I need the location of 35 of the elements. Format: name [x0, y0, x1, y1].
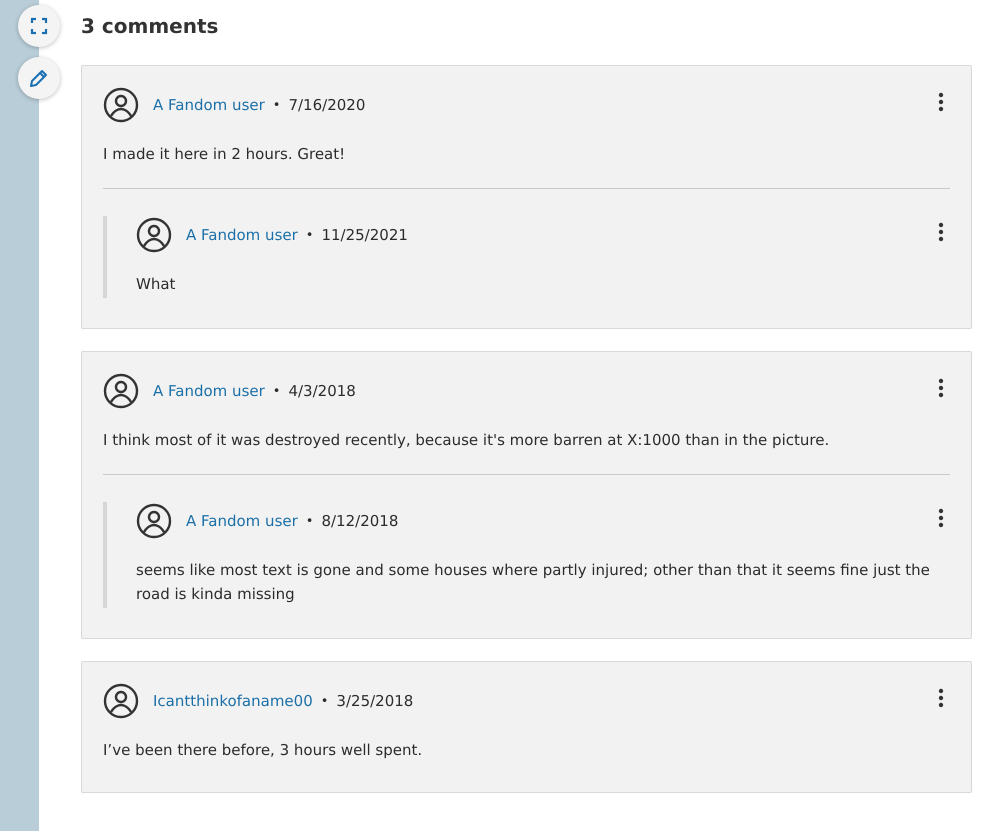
- kebab-icon: [938, 92, 944, 112]
- pencil-icon: [28, 67, 50, 89]
- reply-text: What: [136, 274, 176, 295]
- user-avatar-icon: [136, 217, 172, 253]
- separator-dot: •: [272, 98, 280, 112]
- comment-date: 11/25/2021: [321, 226, 408, 244]
- user-avatar-icon: [103, 683, 139, 719]
- author-link[interactable]: A Fandom user: [186, 226, 298, 244]
- comment-date: 7/16/2020: [288, 96, 366, 114]
- fullscreen-button[interactable]: [18, 5, 60, 47]
- separator-dot: •: [320, 694, 328, 708]
- comment-date: 8/12/2018: [321, 512, 398, 530]
- author-link[interactable]: Icantthinkofaname00: [153, 692, 313, 710]
- kebab-icon: [938, 688, 944, 708]
- kebab-icon: [938, 378, 944, 398]
- comments-heading: 3 comments: [81, 13, 220, 40]
- separator-dot: •: [272, 384, 280, 398]
- separator-dot: •: [306, 514, 314, 528]
- comment-date: 4/3/2018: [288, 382, 356, 400]
- comment-text: I’ve been there before, 3 hours well spent.: [103, 740, 424, 761]
- reply-text: seems like most text is gone and some houses where partly injured; other than that it seems fine just the road is kinda missing: [136, 560, 931, 605]
- separator-dot: •: [306, 228, 314, 242]
- fullscreen-icon: [30, 17, 48, 35]
- comment-text: I think most of it was destroyed recently, because it's more barren at X:1000 than in the picture.: [103, 430, 830, 451]
- user-avatar-icon: [136, 503, 172, 539]
- kebab-icon: [938, 508, 944, 528]
- edit-button[interactable]: [18, 57, 60, 99]
- author-link[interactable]: A Fandom user: [153, 96, 265, 114]
- author-link[interactable]: A Fandom user: [186, 512, 298, 530]
- comment-date: 3/25/2018: [336, 692, 414, 710]
- kebab-icon: [938, 222, 944, 242]
- user-avatar-icon: [103, 87, 139, 123]
- user-avatar-icon: [103, 373, 139, 409]
- author-link[interactable]: A Fandom user: [153, 382, 265, 400]
- comment-text: I made it here in 2 hours. Great!: [103, 144, 346, 165]
